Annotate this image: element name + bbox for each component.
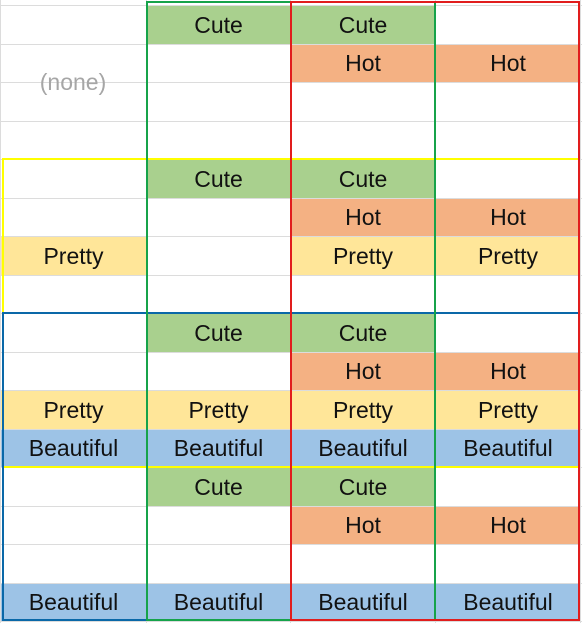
cell-beautiful[interactable]: Beautiful xyxy=(291,584,435,621)
cell-cute[interactable]: Cute xyxy=(147,468,290,506)
cell-beautiful[interactable]: Beautiful xyxy=(1,584,146,621)
cell-beautiful[interactable]: Beautiful xyxy=(147,430,290,467)
grid-vertical-line xyxy=(580,0,581,623)
cell-cute[interactable]: Cute xyxy=(147,160,290,198)
cell-cute[interactable]: Cute xyxy=(147,314,290,352)
cell-hot[interactable]: Hot xyxy=(291,45,435,82)
cell-pretty[interactable]: Pretty xyxy=(436,391,580,429)
cell-beautiful[interactable]: Beautiful xyxy=(147,584,290,621)
none-label: (none) xyxy=(39,68,107,95)
cell-beautiful[interactable]: Beautiful xyxy=(1,430,146,467)
grid-horizontal-line xyxy=(0,621,582,622)
cell-pretty[interactable]: Pretty xyxy=(291,237,435,275)
cell-hot[interactable]: Hot xyxy=(436,45,580,82)
cell-pretty[interactable]: Pretty xyxy=(1,391,146,429)
grid-vertical-line xyxy=(146,0,147,623)
cell-cute[interactable]: Cute xyxy=(147,6,290,44)
cell-hot[interactable]: Hot xyxy=(291,353,435,390)
cell-hot[interactable]: Hot xyxy=(436,353,580,390)
cell-cute[interactable]: Cute xyxy=(291,6,435,44)
cell-beautiful[interactable]: Beautiful xyxy=(291,430,435,467)
cell-pretty[interactable]: Pretty xyxy=(1,237,146,275)
cell-pretty[interactable]: Pretty xyxy=(147,391,290,429)
cell-cute[interactable]: Cute xyxy=(291,468,435,506)
cell-pretty[interactable]: Pretty xyxy=(436,237,580,275)
cell-beautiful[interactable]: Beautiful xyxy=(436,430,580,467)
cell-pretty[interactable]: Pretty xyxy=(291,391,435,429)
grid-horizontal-line xyxy=(0,275,582,276)
cell-cute[interactable]: Cute xyxy=(291,160,435,198)
cell-hot[interactable]: Hot xyxy=(436,507,580,544)
cell-cute[interactable]: Cute xyxy=(291,314,435,352)
cell-hot[interactable]: Hot xyxy=(291,199,435,236)
grid-horizontal-line xyxy=(0,544,582,545)
cell-hot[interactable]: Hot xyxy=(291,507,435,544)
cell-beautiful[interactable]: Beautiful xyxy=(436,584,580,621)
cell-hot[interactable]: Hot xyxy=(436,199,580,236)
